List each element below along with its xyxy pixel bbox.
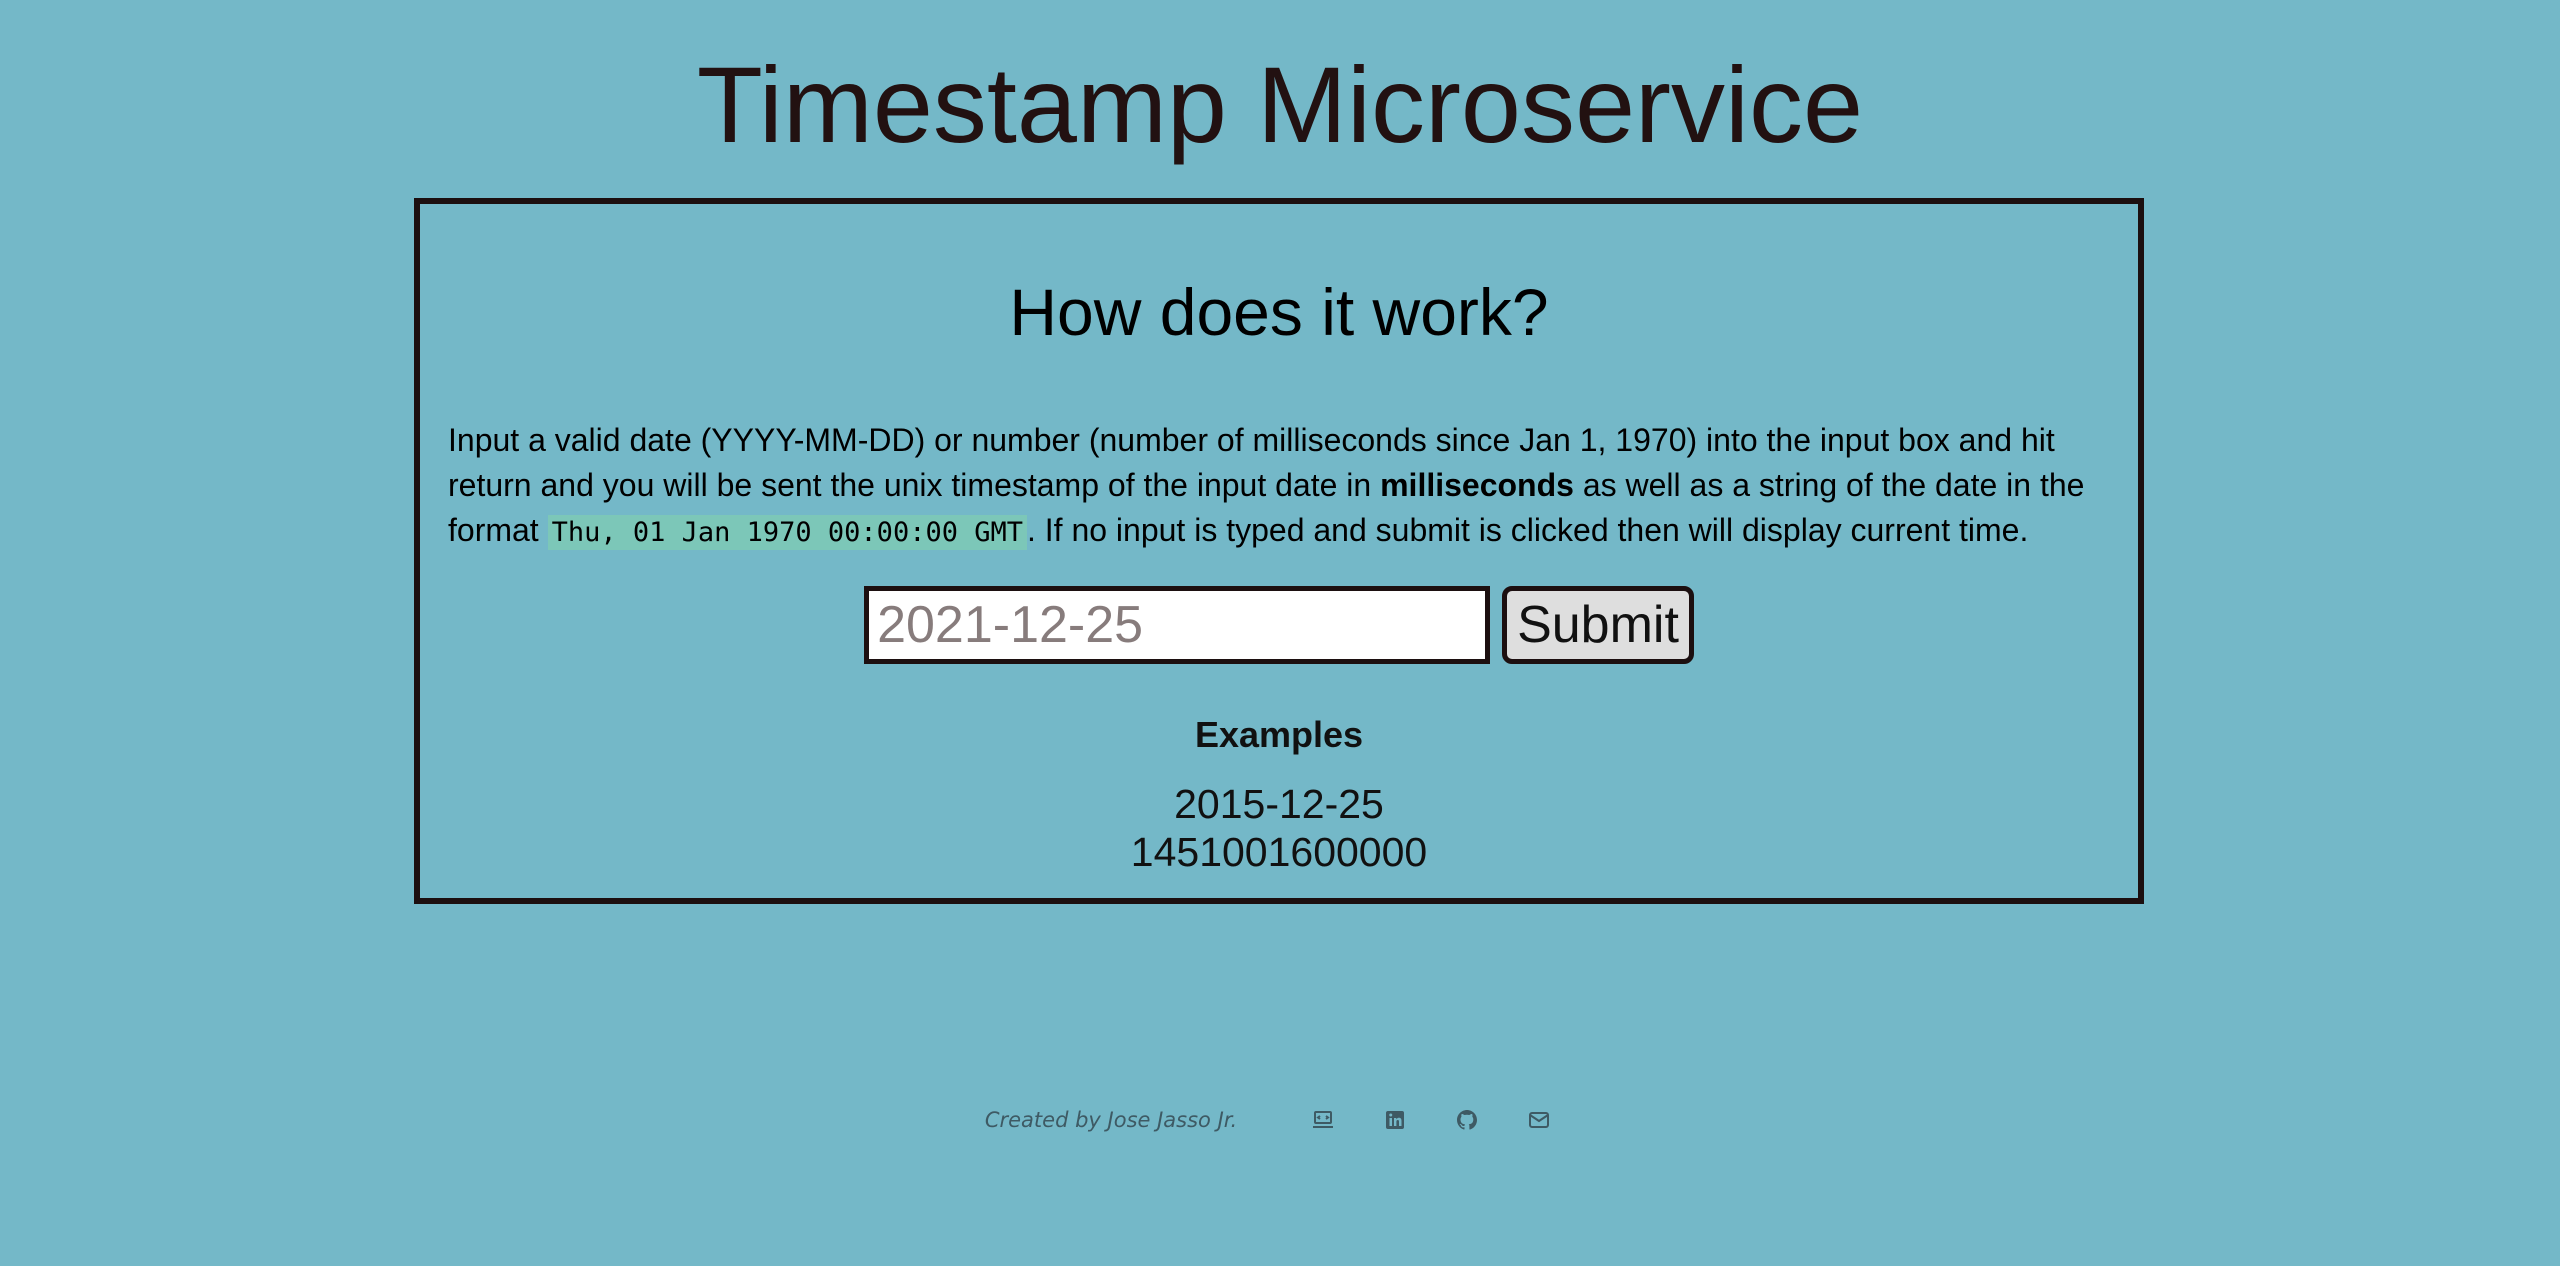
date-format-code: Thu, 01 Jan 1970 00:00:00 GMT <box>547 515 1027 550</box>
example-milliseconds: 1451001600000 <box>1130 829 1428 875</box>
example-date: 2015-12-25 <box>1174 781 1384 827</box>
linkedin-icon[interactable] <box>1383 1108 1407 1132</box>
description-text: Input a valid date (YYYY-MM-DD) or numbe… <box>448 418 2128 555</box>
description-part-3: . If no input is typed and submit is cli… <box>1026 512 2029 548</box>
timestamp-form: Submit <box>420 586 2138 664</box>
page-title: Timestamp Microservice <box>696 44 1864 165</box>
examples-heading: Examples <box>1194 714 1364 755</box>
github-icon[interactable] <box>1455 1108 1479 1132</box>
footer: Created by Jose Jasso Jr. <box>0 1108 2560 1132</box>
info-card: How does it work? Input a valid date (YY… <box>414 198 2144 904</box>
date-input[interactable] <box>864 586 1491 664</box>
email-icon[interactable] <box>1527 1108 1551 1132</box>
card-heading: How does it work? <box>1009 275 1549 349</box>
portfolio-icon[interactable] <box>1311 1108 1335 1132</box>
footer-credit: Created by Jose Jasso Jr. <box>984 1108 1238 1132</box>
description-bold-milliseconds: milliseconds <box>1380 467 1574 503</box>
submit-button[interactable]: Submit <box>1502 586 1694 664</box>
